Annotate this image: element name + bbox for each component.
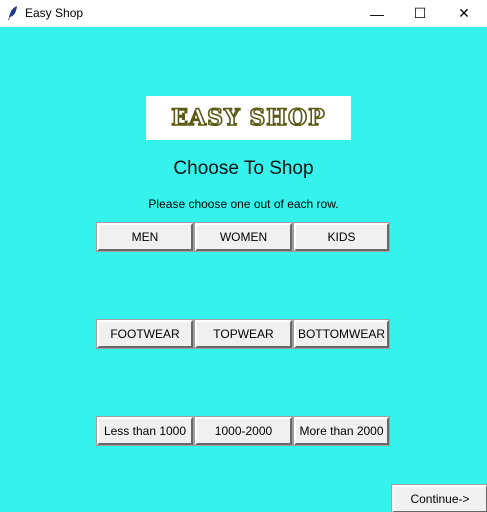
men-button[interactable]: MEN: [96, 222, 194, 252]
maximize-icon: ☐: [413, 5, 427, 21]
topwear-button[interactable]: TOPWEAR: [194, 319, 293, 349]
bottomwear-button[interactable]: BOTTOMWEAR: [293, 319, 390, 349]
feather-icon: [8, 6, 17, 20]
logo: EASY SHOP: [146, 96, 351, 140]
women-button[interactable]: WOMEN: [194, 222, 293, 252]
minimize-button[interactable]: —: [354, 0, 400, 27]
maximize-button[interactable]: ☐: [397, 0, 443, 27]
instruction-text: Please choose one out of each row.: [148, 197, 339, 211]
price-more-than-2000-button[interactable]: More than 2000: [293, 416, 390, 446]
kids-button[interactable]: KIDS: [293, 222, 390, 252]
logo-text: EASY SHOP: [170, 104, 326, 132]
close-button[interactable]: ✕: [441, 0, 487, 27]
minimize-icon: —: [370, 5, 384, 22]
title-bar: Easy Shop — ☐ ✕: [0, 0, 487, 27]
continue-button[interactable]: Continue->: [391, 484, 487, 512]
price-1000-2000-button[interactable]: 1000-2000: [194, 416, 293, 446]
page-title: Choose To Shop: [173, 158, 314, 179]
footwear-button[interactable]: FOOTWEAR: [96, 319, 194, 349]
close-icon: ✕: [458, 5, 470, 21]
price-less-than-1000-button[interactable]: Less than 1000: [96, 416, 194, 446]
window-title: Easy Shop: [25, 6, 84, 20]
